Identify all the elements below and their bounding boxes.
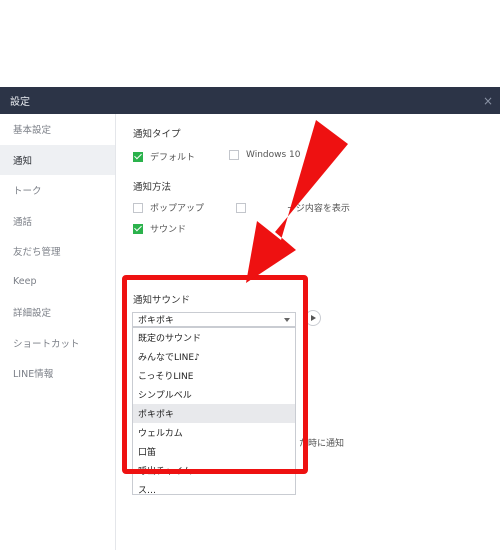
main-content: 通知タイプ デフォルト Windows 10 通知方法 ポップアップ ージ内容を… <box>116 114 500 550</box>
list-item[interactable]: 既定のサウンド <box>133 328 295 347</box>
sound-checkbox[interactable] <box>133 223 143 234</box>
message-content-label: ージ内容を表示 <box>287 204 350 214</box>
list-item[interactable]: みんなでLINE♪ <box>133 347 295 366</box>
sound-label: サウンド <box>150 225 187 235</box>
sound-select-value: ポキポキ <box>138 316 175 326</box>
title-bar: 設定 × <box>0 87 500 114</box>
chevron-down-icon <box>284 318 290 322</box>
sidebar-item-line-info[interactable]: LINE情報 <box>0 358 115 389</box>
popup-option[interactable]: ポップアップ <box>133 201 204 214</box>
sidebar-item-keep[interactable]: Keep <box>0 267 115 298</box>
default-label: デフォルト <box>150 153 196 163</box>
notification-sound-title: 通知サウンド <box>133 295 191 306</box>
window-title: 設定 <box>10 97 30 108</box>
list-item-selected[interactable]: ポキポキ <box>133 404 295 423</box>
notify-option-label: た時に通知 <box>299 439 345 449</box>
sound-option[interactable]: サウンド <box>133 222 186 235</box>
popup-label: ポップアップ <box>150 204 205 214</box>
sidebar-item-call[interactable]: 通話 <box>0 206 115 237</box>
message-content-checkbox[interactable] <box>236 202 246 213</box>
list-item[interactable]: 呼出チャイム <box>133 461 295 480</box>
sidebar-item-shortcut[interactable]: ショートカット <box>0 328 115 359</box>
list-item[interactable]: 口笛 <box>133 442 295 461</box>
windows10-label: Windows 10 <box>246 150 301 160</box>
close-icon[interactable]: × <box>483 95 493 107</box>
sound-options-list[interactable]: 既定のサウンド みんなでLINE♪ こっそりLINE シンプルベル ポキポキ ウ… <box>132 327 296 495</box>
sidebar: 基本設定 通知 トーク 通話 友だち管理 Keep 詳細設定 ショートカット L… <box>0 114 116 550</box>
sidebar-item-notification[interactable]: 通知 <box>0 144 115 175</box>
play-sound-button[interactable] <box>305 310 321 326</box>
list-item[interactable]: シンプルベル <box>133 385 295 404</box>
popup-checkbox[interactable] <box>133 202 143 213</box>
notification-type-title: 通知タイプ <box>133 129 181 140</box>
message-content-option[interactable]: ージ内容を表示 <box>236 201 350 214</box>
list-item[interactable]: ス… <box>133 480 295 494</box>
default-checkbox[interactable] <box>133 151 143 162</box>
sidebar-item-friends[interactable]: 友だち管理 <box>0 236 115 267</box>
page: 設定 × 基本設定 通知 トーク 通話 友だち管理 Keep 詳細設定 ショート… <box>0 0 500 550</box>
sidebar-item-talk[interactable]: トーク <box>0 175 115 206</box>
default-option[interactable]: デフォルト <box>133 150 195 163</box>
notification-method-title: 通知方法 <box>133 182 172 193</box>
sound-select[interactable]: ポキポキ <box>132 312 296 327</box>
sidebar-item-basic[interactable]: 基本設定 <box>0 114 115 145</box>
list-item[interactable]: こっそりLINE <box>133 366 295 385</box>
windows10-option[interactable]: Windows 10 <box>229 150 301 160</box>
list-item[interactable]: ウェルカム <box>133 423 295 442</box>
windows10-checkbox[interactable] <box>229 150 239 160</box>
sidebar-item-advanced[interactable]: 詳細設定 <box>0 297 115 328</box>
settings-window: 設定 × 基本設定 通知 トーク 通話 友だち管理 Keep 詳細設定 ショート… <box>0 87 500 550</box>
